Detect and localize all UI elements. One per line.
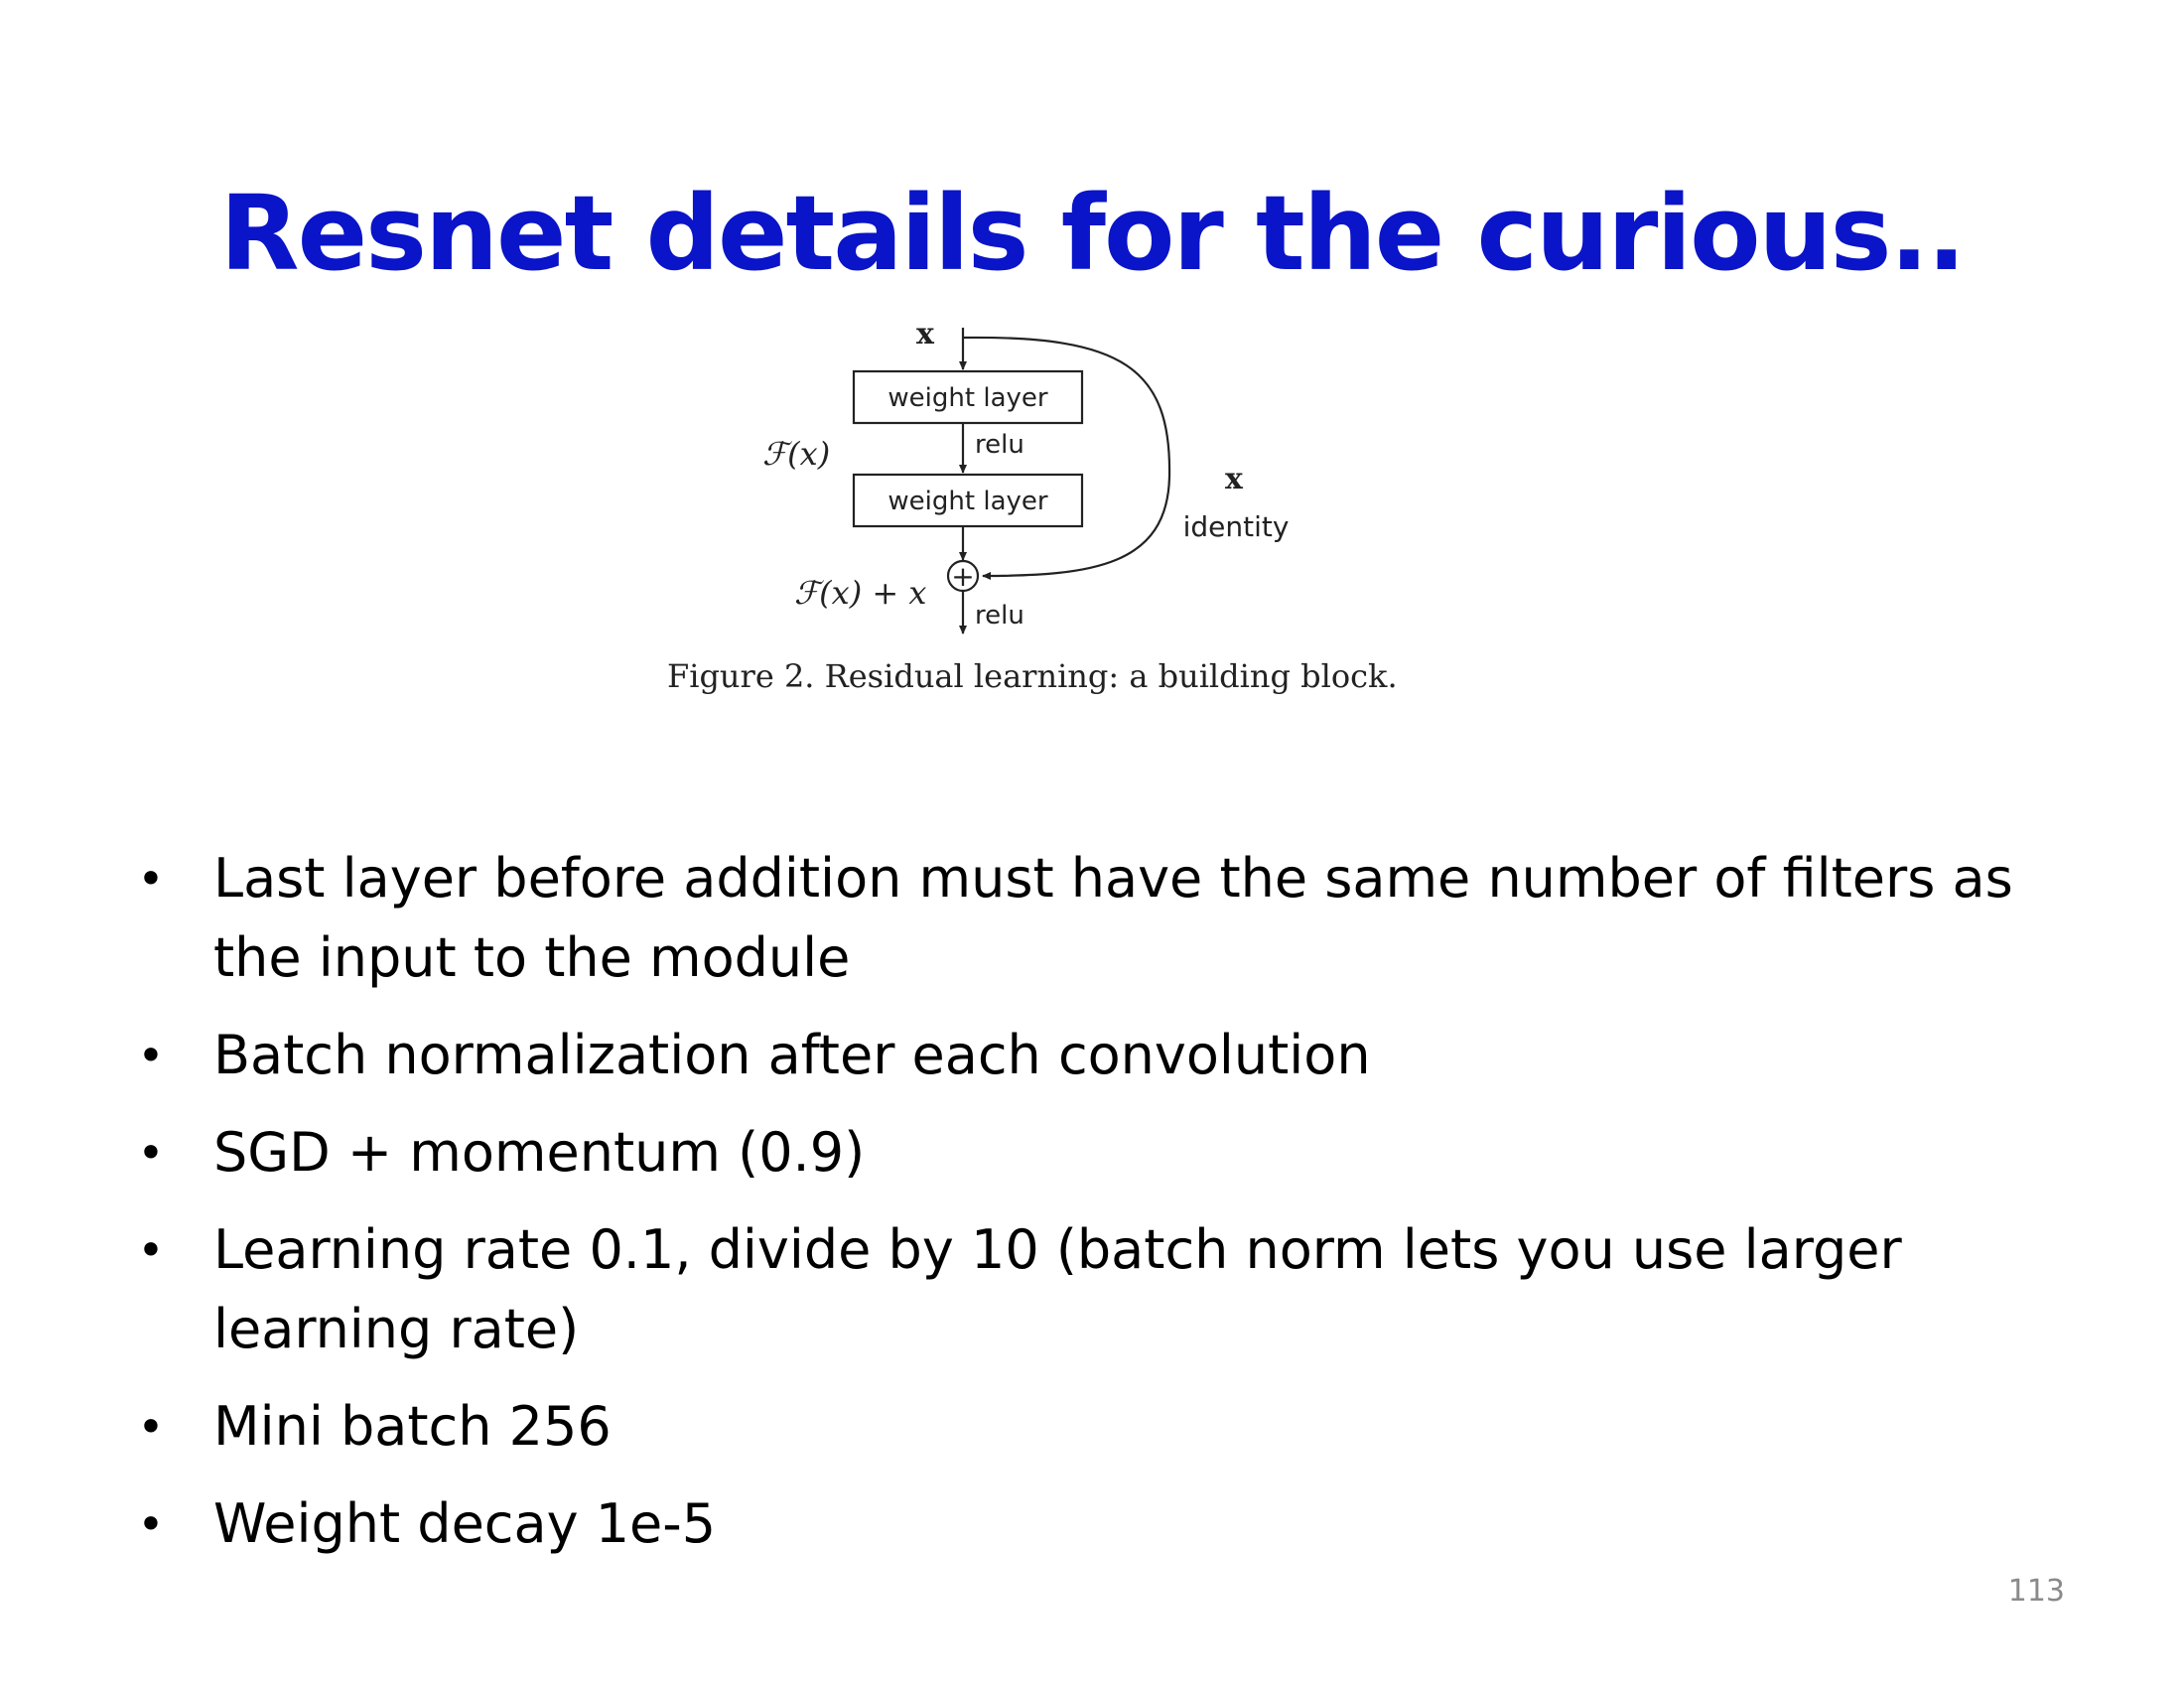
bullet-marker: • xyxy=(137,1223,165,1277)
bullet-item: • Weight decay 1e-5 xyxy=(119,1484,2065,1564)
residual-block-figure: x weight layer relu weight layer ℱ(x) + … xyxy=(655,317,1410,715)
bullet-marker: • xyxy=(137,1126,165,1180)
bullet-text: SGD + momentum (0.9) xyxy=(213,1121,866,1184)
weight-layer-1-label: weight layer xyxy=(887,383,1047,413)
bullet-item: • Batch normalization after each convolu… xyxy=(119,1016,2065,1095)
function-label: ℱ(x) xyxy=(762,435,830,473)
bullet-item: • SGD + momentum (0.9) xyxy=(119,1113,2065,1193)
relu-2-label: relu xyxy=(975,601,1024,631)
bullet-marker: • xyxy=(137,1400,165,1454)
bullet-text: Weight decay 1e-5 xyxy=(213,1492,717,1555)
input-x-label: x xyxy=(916,317,935,352)
bullet-text: Last layer before addition must have the… xyxy=(213,847,2013,989)
bullet-item: • Last layer before addition must have t… xyxy=(119,839,2065,998)
identity-label: identity xyxy=(1183,510,1290,543)
page-number: 113 xyxy=(2007,1574,2065,1609)
bullet-item: • Learning rate 0.1, divide by 10 (batch… xyxy=(119,1210,2065,1369)
identity-x-label: x xyxy=(1225,462,1244,496)
sum-plus-symbol: + xyxy=(951,560,974,593)
relu-1-label: relu xyxy=(975,430,1024,460)
bullet-marker: • xyxy=(137,1497,165,1551)
sum-output-label: ℱ(x) + x xyxy=(794,574,926,612)
bullet-list: • Last layer before addition must have t… xyxy=(119,839,2065,1582)
bullet-text: Mini batch 256 xyxy=(213,1395,612,1458)
slide-title: Resnet details for the curious.. xyxy=(219,173,1966,294)
figure-caption: Figure 2. Residual learning: a building … xyxy=(667,657,1398,695)
slide: Resnet details for the curious.. x weigh… xyxy=(0,0,2184,1688)
bullet-text: Batch normalization after each convoluti… xyxy=(213,1024,1371,1086)
bullet-item: • Mini batch 256 xyxy=(119,1387,2065,1467)
weight-layer-2-label: weight layer xyxy=(887,487,1047,516)
bullet-marker: • xyxy=(137,852,165,906)
bullet-marker: • xyxy=(137,1029,165,1082)
residual-block-diagram: x weight layer relu weight layer ℱ(x) + … xyxy=(667,317,1398,695)
bullet-text: Learning rate 0.1, divide by 10 (batch n… xyxy=(213,1218,1902,1360)
